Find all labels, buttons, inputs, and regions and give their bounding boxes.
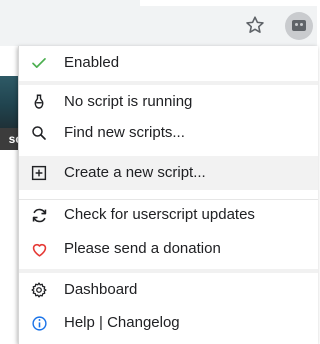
menu-item-check-updates[interactable]: Check for userscript updates bbox=[19, 200, 318, 230]
search-icon bbox=[29, 123, 49, 143]
menu-item-donation[interactable]: Please send a donation bbox=[19, 234, 318, 264]
menu-separator bbox=[19, 81, 318, 85]
menu-separator bbox=[19, 269, 318, 273]
gear-icon bbox=[29, 280, 49, 300]
screen: sc Enabled No script is running Find new… bbox=[0, 0, 318, 344]
extension-dropdown-menu: Enabled No script is running Find new sc… bbox=[18, 46, 318, 344]
menu-item-label: No script is running bbox=[64, 93, 193, 110]
address-bar[interactable] bbox=[0, 10, 274, 40]
menu-item-find-new-scripts[interactable]: Find new scripts... bbox=[19, 118, 318, 148]
menu-item-label: Dashboard bbox=[64, 281, 138, 298]
menu-item-enabled[interactable]: Enabled bbox=[19, 48, 318, 78]
menu-item-no-script: No script is running bbox=[19, 87, 318, 117]
script-icon bbox=[29, 92, 49, 112]
plus-square-icon bbox=[29, 163, 49, 183]
tampermonkey-icon[interactable] bbox=[285, 12, 313, 40]
heart-icon bbox=[29, 239, 49, 259]
menu-item-label: Please send a donation bbox=[64, 240, 221, 257]
refresh-icon bbox=[29, 205, 49, 225]
star-outline-icon[interactable] bbox=[244, 14, 266, 36]
menu-item-dashboard[interactable]: Dashboard bbox=[19, 275, 318, 305]
extension-glyph bbox=[292, 20, 306, 31]
browser-toolbar bbox=[0, 0, 317, 46]
info-icon bbox=[29, 313, 49, 333]
menu-item-label: Help | Changelog bbox=[64, 314, 180, 331]
tab-strip-gap bbox=[140, 0, 317, 6]
check-icon bbox=[29, 53, 49, 73]
menu-item-label: Create a new script... bbox=[64, 164, 206, 181]
menu-item-label: Enabled bbox=[64, 54, 120, 71]
menu-item-help-changelog[interactable]: Help | Changelog bbox=[19, 308, 318, 338]
menu-item-label: Find new scripts... bbox=[64, 124, 185, 141]
menu-item-create-new-script[interactable]: Create a new script... bbox=[19, 156, 318, 190]
menu-item-label: Check for userscript updates bbox=[64, 206, 255, 223]
